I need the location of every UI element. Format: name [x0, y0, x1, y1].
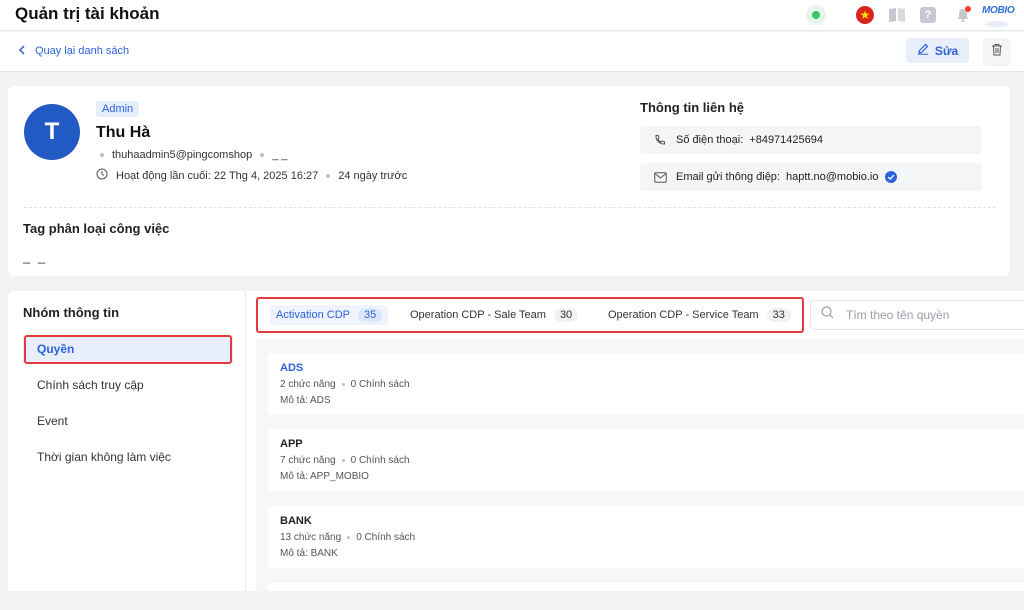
back-label: Quay lại danh sách [35, 45, 130, 57]
feature-count: 13 chức năng [280, 532, 342, 543]
bullet-dot [341, 383, 345, 386]
top-icons: ★ ? MOBIO [806, 2, 1015, 28]
info-group-nav: Nhóm thông tin Quyền Chính sách truy cập… [8, 291, 246, 591]
bullet-dot [100, 153, 104, 157]
bullet-dot [260, 153, 265, 157]
section-divider [24, 207, 996, 208]
tab-label: Operation CDP - Service Team [608, 309, 759, 321]
search-input[interactable] [846, 308, 1016, 322]
policy-count: 0 Chính sách [350, 455, 410, 466]
tag-section-title: Tag phân loại công việc [23, 221, 170, 236]
phone-icon [654, 134, 668, 146]
permission-description: Mô tả: BANK [280, 548, 338, 559]
delete-button[interactable] [983, 38, 1011, 66]
list-item[interactable]: ADS 2 chức năng 0 Chính sách Mô tả: ADS [268, 353, 1024, 415]
tag-value: _ _ [23, 249, 48, 264]
phone-value: +84971425694 [749, 134, 823, 146]
permission-description: Mô tả: APP_MOBIO [280, 471, 369, 482]
back-to-list-link[interactable]: Quay lại danh sách [18, 44, 129, 58]
mobio-logo[interactable]: MOBIO [982, 3, 1015, 27]
permission-meta: 13 chức năng 0 Chính sách [280, 532, 415, 543]
tab-operation-service-team[interactable]: Operation CDP - Service Team 33 [602, 305, 797, 325]
mail-icon [654, 171, 668, 183]
vietnam-flag-icon[interactable]: ★ [856, 6, 874, 24]
nav-item-permissions[interactable]: Quyền [23, 335, 233, 363]
username-line: thuhaadmin5@pingcomshop _ _ [100, 149, 288, 161]
list-item[interactable]: APP 7 chức năng 0 Chính sách Mô tả: APP_… [268, 429, 1024, 491]
action-bar: Quay lại danh sách Sửa [0, 32, 1024, 72]
activity-line: Hoạt động lần cuối: 22 Thg 4, 2025 16:27… [96, 168, 407, 183]
info-group-title: Nhóm thông tin [23, 305, 120, 320]
permission-tabs: Activation CDP 35 Operation CDP - Sale T… [256, 297, 804, 331]
contact-title: Thông tin liên hệ [640, 100, 744, 115]
permission-meta: 7 chức năng 0 Chính sách [280, 455, 410, 466]
bullet-dot [347, 536, 351, 539]
tab-activation-cdp[interactable]: Activation CDP 35 [270, 305, 389, 325]
permission-description: Mô tả: ADS [280, 395, 331, 406]
list-item[interactable] [268, 583, 1024, 591]
nav-item-off-hours[interactable]: Thời gian không làm việc [23, 443, 233, 471]
tab-operation-sale-team[interactable]: Operation CDP - Sale Team 30 [404, 305, 584, 325]
permission-meta: 2 chức năng 0 Chính sách [280, 379, 410, 390]
username: thuhaadmin5@pingcomshop [112, 149, 253, 161]
bullet-dot [326, 173, 331, 178]
nav-item-event[interactable]: Event [23, 407, 233, 435]
policy-count: 0 Chính sách [350, 379, 410, 390]
feature-count: 7 chức năng [280, 455, 336, 466]
tab-label: Activation CDP [276, 309, 350, 321]
verified-icon [884, 171, 897, 183]
list-item[interactable]: BANK 13 chức năng 0 Chính sách Mô tả: BA… [268, 506, 1024, 568]
notification-dot [965, 6, 971, 12]
user-name: Thu Hà [96, 124, 151, 141]
edit-label: Sửa [934, 43, 959, 58]
permission-list: ADS 2 chức năng 0 Chính sách Mô tả: ADS … [256, 339, 1024, 591]
trash-icon [991, 43, 1003, 61]
last-active-ago: 24 ngày trước [338, 169, 408, 182]
email-row: Email gửi thông điệp: haptt.no@mobio.io [640, 163, 982, 191]
phone-label: Số điện thoại: [676, 134, 744, 146]
pencil-icon [917, 43, 929, 58]
bell-icon[interactable] [954, 6, 972, 24]
permission-name[interactable]: BANK [280, 515, 312, 527]
username-extra: _ _ [272, 149, 288, 161]
chevron-left-icon [18, 44, 25, 58]
clock-icon [96, 168, 108, 183]
permission-search [810, 300, 1024, 330]
search-icon [821, 306, 834, 324]
phone-row: Số điện thoại: +84971425694 [640, 126, 982, 154]
edit-button[interactable]: Sửa [906, 38, 969, 63]
email-label: Email gửi thông điệp: [676, 171, 780, 183]
details-panel: Nhóm thông tin Quyền Chính sách truy cập… [8, 291, 1024, 591]
permission-name[interactable]: ADS [280, 362, 303, 374]
role-badge: Admin [96, 101, 140, 117]
bullet-dot [341, 459, 345, 462]
tab-count: 33 [766, 308, 791, 322]
email-value: haptt.no@mobio.io [785, 171, 879, 183]
help-icon[interactable]: ? [920, 7, 936, 23]
feature-count: 2 chức năng [280, 379, 336, 390]
last-active: Hoạt động lần cuối: 22 Thg 4, 2025 16:27 [116, 169, 319, 182]
page-title: Quản trị tài khoản [15, 4, 160, 23]
permission-name[interactable]: APP [280, 438, 303, 450]
policy-count: 0 Chính sách [356, 532, 416, 543]
online-status-icon[interactable] [806, 5, 826, 25]
profile-card: T Admin Thu Hà thuhaadmin5@pingcomshop _… [8, 86, 1010, 276]
logo-text: MOBIO [982, 5, 1015, 16]
tab-count: 35 [357, 308, 383, 322]
book-icon[interactable] [888, 6, 906, 24]
avatar: T [24, 104, 80, 160]
nav-item-access-policy[interactable]: Chính sách truy cập [23, 371, 233, 399]
tab-count: 30 [553, 308, 579, 322]
top-bar: Quản trị tài khoản ★ ? MOBIO [0, 0, 1024, 31]
tab-label: Operation CDP - Sale Team [410, 309, 546, 321]
